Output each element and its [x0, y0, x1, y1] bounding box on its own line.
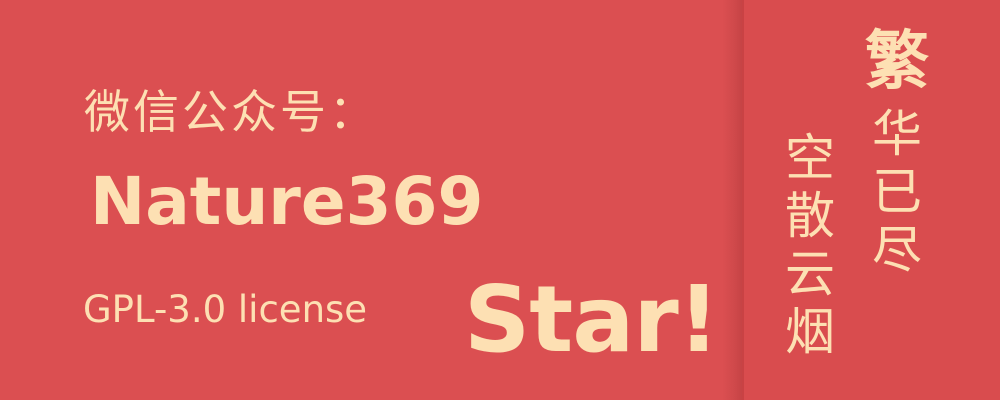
poem-char: 空	[785, 129, 835, 187]
account-name: Nature369	[90, 163, 484, 240]
star-callout: Star!	[464, 266, 720, 373]
wechat-account-label: 微信公众号：	[84, 85, 378, 139]
poem-char: 华	[872, 105, 922, 163]
poem-char: 散	[785, 187, 835, 245]
poem-column-left: 空 散 云 烟	[780, 128, 840, 361]
poem-char: 已	[872, 163, 922, 221]
poem-char: 云	[785, 245, 835, 303]
license-text: GPL-3.0 license	[83, 288, 368, 331]
poem-char: 烟	[785, 303, 835, 361]
banner-canvas: 微信公众号： Nature369 GPL-3.0 license Star! 繁…	[0, 0, 1000, 400]
divider-shadow	[722, 0, 744, 400]
poem-column-right: 繁 华 已 尽	[862, 22, 932, 279]
poem-char: 尽	[872, 221, 922, 279]
poem-char: 繁	[865, 25, 929, 99]
